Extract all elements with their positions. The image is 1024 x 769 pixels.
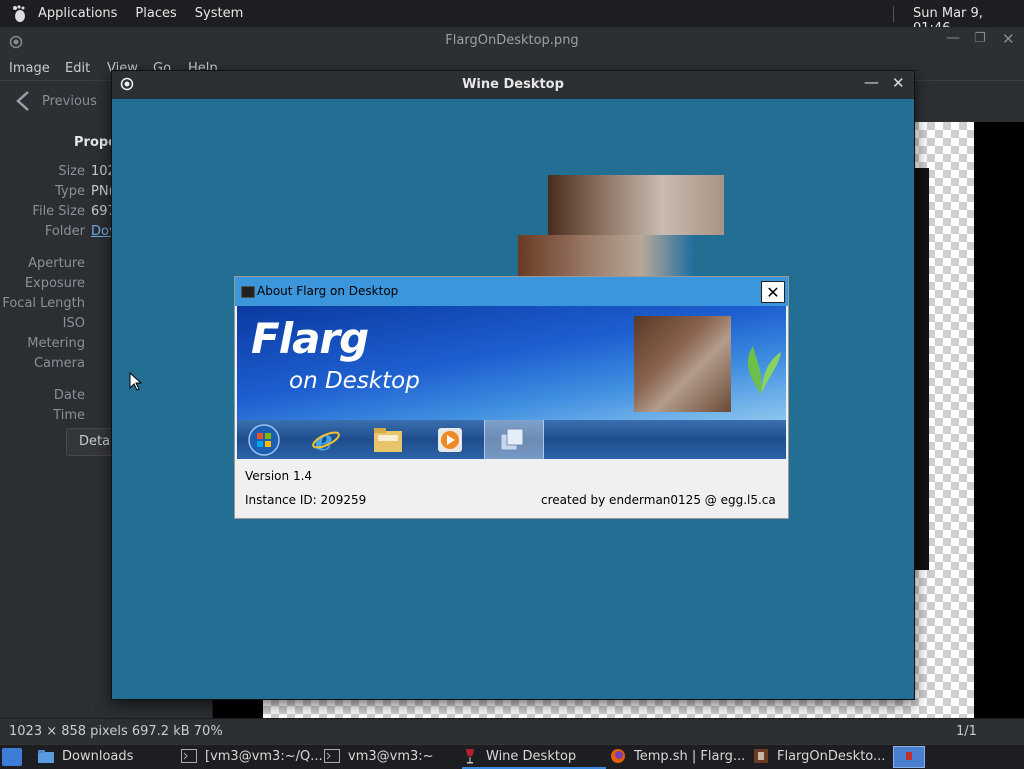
minimize-icon[interactable]: — [864,73,879,91]
date-label: Date [53,388,85,403]
prop-folder-label: Folder [44,224,85,239]
close-icon[interactable]: ✕ [892,74,905,92]
show-desktop-icon[interactable] [2,748,22,766]
menu-edit[interactable]: Edit [65,61,90,76]
viewer-window-title: FlargOnDesktop.png [445,33,579,48]
start-orb-icon [247,423,281,457]
taskbar-item-label: [vm3@vm3:~/Q... [205,748,323,764]
about-dialog: About Flarg on Desktop ✕ Flarg on Deskto… [234,276,789,519]
banner-title: Flarg [251,314,369,363]
applications-menu[interactable]: Applications [38,6,117,21]
menu-image[interactable]: Image [9,61,50,76]
window-switcher-icon [495,423,529,457]
taskbar-item-firefox[interactable]: Temp.sh | Flarg... [610,745,745,767]
wine-glass-icon [462,748,478,764]
flarg-sprite[interactable] [518,235,694,277]
exif-metering-label: Metering [27,336,85,351]
about-icon-strip: e [237,420,786,459]
exif-aperture-label: Aperture [28,256,85,271]
folder-icon [38,748,54,764]
terminal-icon [324,748,340,764]
exif-iso-label: ISO [62,316,85,331]
credit-label: created by enderman0125 @ egg.l5.ca [541,493,776,507]
exif-camera-label: Camera [33,356,85,371]
previous-button[interactable]: Previous [42,94,97,109]
taskbar-item-label: Temp.sh | Flarg... [634,748,746,764]
taskbar-item-label: vm3@vm3:~ [348,748,434,764]
gnome-foot-icon[interactable] [10,4,30,24]
app-icon [241,286,255,298]
about-titlebar: About Flarg on Desktop ✕ [235,277,788,306]
firefox-icon [610,748,626,764]
flarg-character-image [634,316,731,412]
exif-focal-length-label: Focal Length [2,296,85,311]
workspace-switcher[interactable] [893,746,925,768]
taskbar-item-terminal-1[interactable]: [vm3@vm3:~/Q... [181,745,323,767]
version-label: Version 1.4 [245,469,313,483]
taskbar-item-label: Downloads [62,748,134,764]
prop-filesize-label: File Size [32,204,85,219]
terminal-icon [181,748,197,764]
panel-separator [893,6,894,22]
media-player-icon [433,423,467,457]
taskbar-item-terminal-2[interactable]: vm3@vm3:~ [324,745,434,767]
taskbar-item-label: Wine Desktop [486,748,577,764]
places-menu[interactable]: Places [135,6,176,21]
close-button[interactable]: ✕ [761,281,785,303]
workspace-window-indicator [906,752,912,760]
system-menu[interactable]: System [195,6,243,21]
instance-id-label: Instance ID: 209259 [245,493,367,507]
taskbar-item-wine-desktop[interactable]: Wine Desktop [462,745,606,769]
prop-size-label: Size [58,164,85,179]
image-counter: 1/1 [956,724,977,739]
image-info: 1023 × 858 pixels 697.2 kB 70% [9,724,223,739]
folder-icon [371,423,405,457]
top-panel: Applications Places System Sun Mar 9, 01… [0,0,1024,36]
taskbar-item-downloads[interactable]: Downloads [38,745,133,767]
time-label: Time [53,408,85,423]
wine-window-title: Wine Desktop [462,77,564,92]
details-button-label: Detai [79,434,114,449]
image-file-icon [753,748,769,764]
flarg-sprite[interactable] [548,175,724,235]
taskbar-item-image-viewer[interactable]: FlargOnDeskto... [753,745,885,767]
internet-explorer-icon: e [309,423,343,457]
prop-type-label: Type [55,184,85,199]
canvas-shadow [913,168,929,570]
banner-subtitle: on Desktop [289,368,420,394]
about-banner: Flarg on Desktop [237,306,786,420]
about-dialog-title: About Flarg on Desktop [257,284,399,298]
mouse-cursor-icon [129,371,143,396]
leaf-icon [739,336,783,400]
exif-exposure-label: Exposure [24,276,85,291]
previous-icon[interactable] [14,90,32,116]
taskbar-item-label: FlargOnDeskto... [777,748,886,764]
